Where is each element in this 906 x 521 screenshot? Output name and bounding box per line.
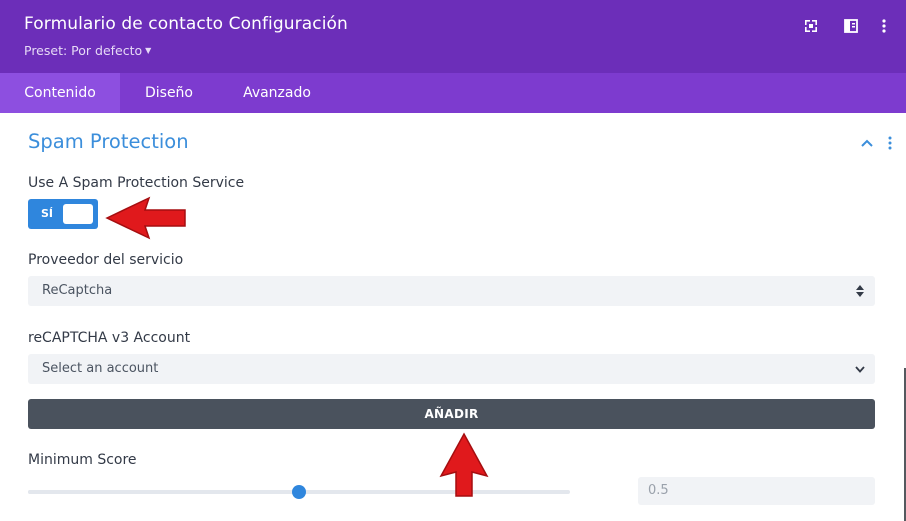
minimum-score-label: Minimum Score [28,452,137,468]
provider-value: ReCaptcha [42,283,113,298]
sort-arrows-icon [856,285,864,297]
account-label: reCAPTCHA v3 Account [28,330,191,346]
slider-fill [28,490,299,494]
split-view-icon[interactable] [843,18,859,34]
add-account-button[interactable]: AÑADIR [28,399,875,429]
more-vertical-icon[interactable] [884,135,896,151]
account-select[interactable]: Select an account [28,354,875,384]
provider-select[interactable]: ReCaptcha [28,276,875,306]
minimum-score-input[interactable]: 0.5 [638,477,875,505]
expand-icon[interactable] [803,18,819,34]
preset-dropdown[interactable]: Preset: Por defecto ▼ [24,43,151,58]
tab-avanzado[interactable]: Avanzado [228,73,326,113]
slider-thumb[interactable] [292,485,306,499]
annotation-arrow-up-icon [439,432,489,497]
spam-service-label: Use A Spam Protection Service [28,175,245,191]
spam-protection-toggle[interactable]: SÍ [28,199,98,229]
toggle-knob [63,204,93,224]
tab-bar: Contenido Diseño Avanzado [0,73,906,113]
chevron-down-icon [855,366,865,373]
tab-diseno[interactable]: Diseño [120,73,218,113]
score-value: 0.5 [648,483,669,498]
section-title[interactable]: Spam Protection [28,130,189,153]
caret-down-icon: ▼ [145,46,152,55]
provider-label: Proveedor del servicio [28,252,184,268]
toggle-state-text: SÍ [41,207,54,220]
annotation-arrow-left-icon [105,196,186,240]
chevron-up-icon[interactable] [860,137,874,149]
more-vertical-icon[interactable] [876,18,892,34]
tab-contenido[interactable]: Contenido [0,73,120,113]
modal-title: Formulario de contacto Configuración [24,14,348,34]
preset-label: Preset: Por defecto [24,43,143,58]
account-value: Select an account [42,361,159,376]
settings-header: Formulario de contacto Configuración Pre… [0,0,906,73]
